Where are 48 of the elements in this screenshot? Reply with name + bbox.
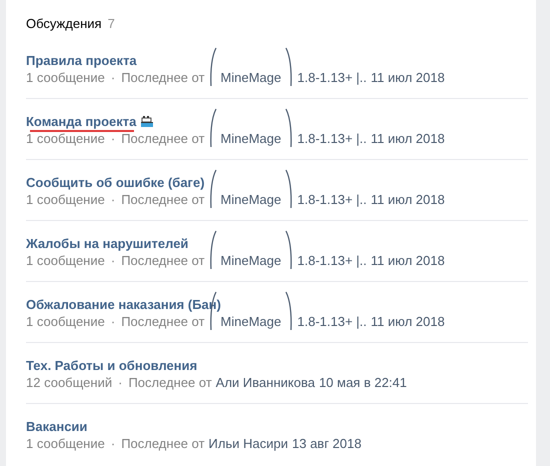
post-date: 11 июл 2018 (370, 130, 445, 148)
author-link[interactable]: Али Иванникова (216, 373, 315, 392)
separator-dot: · (110, 435, 116, 453)
author-link[interactable]: MineMage (220, 312, 282, 332)
message-count: 1 сообщение (26, 435, 105, 453)
topic-link[interactable]: Тех. Работы и обновления (26, 356, 198, 376)
post-date: 13 авг 2018 (292, 435, 362, 453)
separator-dot: · (110, 69, 116, 87)
post-date: 10 мая в 22:41 (318, 374, 407, 392)
author-link[interactable]: MineMage (220, 129, 282, 148)
message-count: 1 сообщение (26, 69, 105, 87)
last-from-label: Последнее от (121, 435, 205, 453)
last-from-label: Последнее от (121, 191, 205, 209)
last-from-label: Последнее от (121, 313, 205, 331)
topic-link[interactable]: Жалобы на нарушителей (26, 234, 188, 254)
message-count: 1 сообщение (26, 252, 105, 270)
post-date: 11 июл 2018 (370, 313, 445, 331)
message-count: 1 сообщение (26, 313, 105, 331)
author-suffix: 1.8-1.13+ |.. (297, 130, 367, 148)
author-link[interactable]: MineMage (220, 68, 282, 88)
separator-dot: · (110, 191, 116, 209)
topic-link[interactable]: Сообщить об ошибке (баге) (26, 172, 205, 192)
last-from-label: Последнее от (121, 252, 205, 270)
separator-dot: · (110, 130, 116, 148)
post-date: 11 июл 2018 (370, 191, 445, 209)
author-suffix: 1.8-1.13+ |.. (297, 69, 367, 87)
separator-dot: · (110, 252, 116, 270)
separator-dot: · (118, 374, 122, 392)
author-suffix: 1.8-1.13+ |.. (297, 313, 367, 331)
author-link[interactable]: MineMage (220, 251, 282, 270)
last-from-label: Последнее от (128, 374, 212, 392)
topic-link[interactable]: Команда проекта (26, 112, 136, 132)
post-date: 11 июл 2018 (370, 69, 445, 87)
message-count: 1 сообщение (26, 191, 105, 209)
last-from-label: Последнее от (121, 130, 205, 148)
last-from-label: Последнее от (121, 69, 205, 87)
topic-count: 7 (108, 15, 115, 33)
separator-dot: · (110, 313, 116, 331)
message-count: 1 сообщение (26, 130, 105, 148)
topic-link[interactable]: Правила проекта (26, 50, 137, 70)
topic-link[interactable]: Вакансии (26, 416, 88, 436)
section-title: Обсуждения (26, 15, 102, 33)
author-link[interactable]: MineMage (220, 190, 282, 210)
author-suffix: 1.8-1.13+ |.. (297, 191, 367, 209)
author-suffix: 1.8-1.13+ |.. (297, 252, 367, 270)
post-date: 11 июл 2018 (370, 252, 445, 270)
author-link[interactable]: Ильи Насири (208, 434, 288, 454)
message-count: 12 сообщений (26, 374, 112, 392)
